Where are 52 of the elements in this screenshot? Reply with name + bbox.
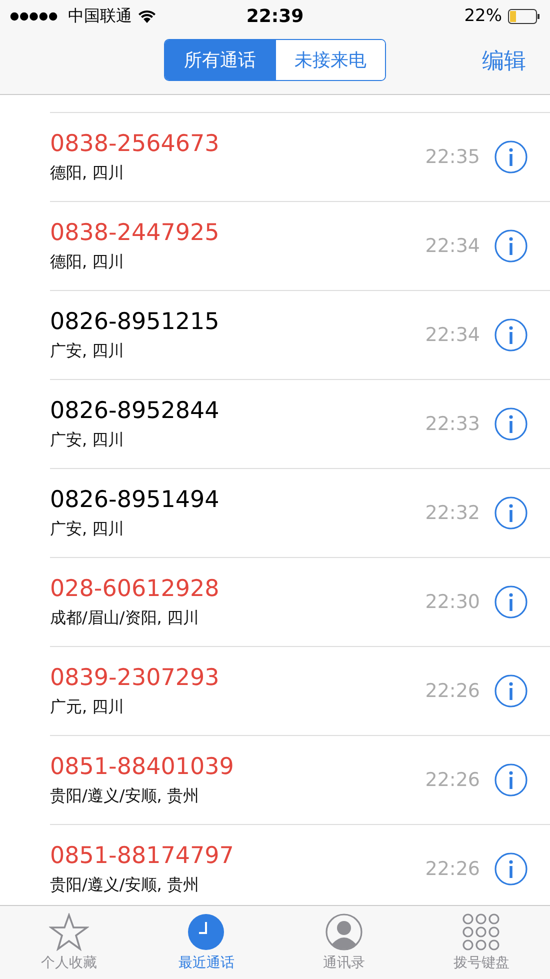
phone-number: 0851-88401039 [50, 754, 235, 780]
call-location: 德阳, 四川 [50, 162, 126, 184]
phone-number: 0826-8951494 [50, 486, 220, 512]
keypad-icon [462, 913, 500, 951]
edit-button[interactable]: 编辑 [482, 46, 526, 76]
clock-icon [187, 913, 226, 951]
call-location: 德阳, 四川 [50, 252, 126, 272]
call-time: 22:26 [425, 680, 480, 702]
info-icon[interactable] [494, 140, 528, 174]
phone-number: 0826-8951215 [50, 308, 220, 334]
call-time: 22:34 [425, 324, 480, 346]
info-icon[interactable] [494, 674, 528, 708]
phone-number: 0838-2564673 [50, 130, 220, 156]
phone-number: 0838-2447925 [50, 220, 220, 246]
call-time: 22:26 [425, 858, 480, 880]
call-location: 成都/眉山/资阳, 四川 [50, 608, 200, 628]
call-time: 22:34 [425, 235, 480, 257]
phone-number: 0826-8952844 [50, 398, 220, 424]
status-time: 22:39 [246, 6, 304, 26]
info-icon[interactable] [494, 585, 528, 619]
call-time: 22:26 [425, 769, 480, 791]
call-location: 贵阳/遵义/安顺, 贵州 [50, 874, 200, 896]
call-location: 贵阳/遵义/安顺, 贵州 [50, 786, 200, 806]
call-location: 广安, 四川 [50, 430, 126, 450]
info-icon[interactable] [494, 318, 528, 352]
battery-percent: 22% [464, 6, 502, 26]
phone-number: 028-60612928 [50, 576, 220, 602]
call-time: 22:35 [425, 146, 480, 168]
info-icon[interactable] [494, 407, 528, 441]
info-icon[interactable] [494, 852, 528, 886]
call-time: 22:33 [425, 413, 480, 435]
info-icon[interactable] [494, 763, 528, 797]
battery-icon [508, 8, 540, 24]
call-location: 广元, 四川 [50, 696, 126, 718]
call-time: 22:30 [425, 591, 480, 613]
info-icon[interactable] [494, 229, 528, 263]
wifi-icon [138, 10, 156, 22]
tab-bar-item[interactable]: 拨号键盘 [421, 913, 542, 972]
tab-bar-item[interactable]: 通讯录 [284, 913, 404, 972]
segment-tab[interactable]: 所有通话 [165, 40, 275, 80]
tab-bar-item[interactable]: 个人收藏 [8, 913, 129, 972]
call-location: 广安, 四川 [50, 340, 126, 362]
phone-number: 0839-2307293 [50, 664, 220, 690]
segment-tab[interactable]: 未接来电 [275, 40, 385, 80]
carrier-name: 中国联通 [68, 6, 132, 26]
phone-number: 0851-88174797 [50, 842, 235, 868]
tab-bar-item[interactable]: 最近通话 [146, 913, 266, 972]
star-icon [48, 913, 89, 951]
call-location: 广安, 四川 [50, 518, 126, 540]
call-time: 22:32 [425, 502, 480, 524]
info-icon[interactable] [494, 496, 528, 530]
contact-icon [324, 913, 363, 951]
